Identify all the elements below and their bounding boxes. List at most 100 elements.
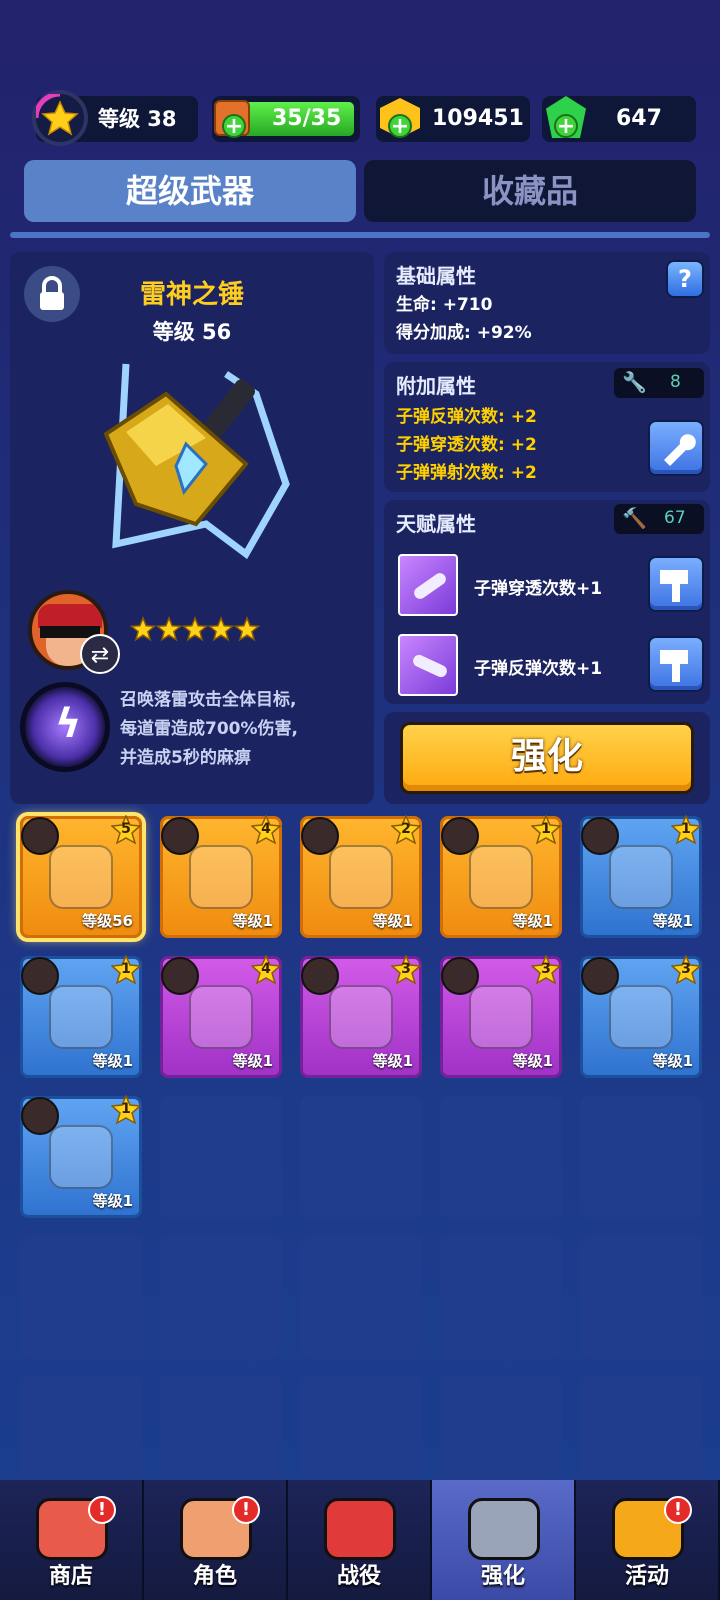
weapon-name: 雷神之锤	[139, 280, 244, 310]
inventory-slot-8[interactable]: 3 等级1	[300, 954, 422, 1078]
star-badge-icon: 3	[390, 954, 422, 985]
tab-collectibles[interactable]: 收藏品	[364, 160, 696, 222]
nav-hero[interactable]: ! 角色	[144, 1480, 288, 1600]
inventory-slot-1[interactable]: 5 等级56	[20, 814, 142, 938]
inventory-slot-10[interactable]: 3 等级1	[580, 954, 702, 1078]
help-button[interactable]: ?	[666, 260, 704, 298]
hero-mini-avatar	[581, 817, 619, 855]
base-attributes-panel: 基础属性 ? 生命: +710 得分加成: +92%	[384, 252, 710, 354]
nav-shop[interactable]: ! 商店	[0, 1480, 144, 1600]
hero-mini-avatar	[161, 957, 199, 995]
inventory-slot-6[interactable]: 1 等级1	[20, 954, 142, 1078]
nav-upgrade[interactable]: 强化	[432, 1480, 576, 1600]
alert-badge-icon: !	[232, 1496, 260, 1524]
inventory-slot-4[interactable]: 1 等级1	[440, 814, 562, 938]
nav-event[interactable]: ! 活动	[576, 1480, 720, 1600]
weapon-item-icon	[469, 985, 533, 1049]
talent-item-icon-1[interactable]	[398, 554, 458, 616]
inventory-slot-5[interactable]: 1 等级1	[580, 814, 702, 938]
weapon-item-icon	[329, 845, 393, 909]
thor-hammer-icon	[103, 363, 290, 560]
empty-slot	[580, 1096, 702, 1218]
inventory-slot-9[interactable]: 3 等级1	[440, 954, 562, 1078]
star-badge-count: 1	[541, 821, 551, 837]
skill-icon[interactable]: ϟ	[20, 682, 110, 772]
inventory-slot-11[interactable]: 1 等级1	[20, 1094, 142, 1218]
weapon-item-icon	[189, 985, 253, 1049]
star-badge-count: 4	[261, 961, 271, 977]
weapon-level: 等级 56	[152, 320, 232, 344]
star-badge-icon: 4	[250, 814, 282, 845]
inventory-slot-2[interactable]: 4 等级1	[160, 814, 282, 938]
nav-label: 强化	[480, 1564, 525, 1589]
tab-super-weapon[interactable]: 超级武器	[24, 160, 356, 222]
upgrade-panel: 强化	[384, 712, 710, 804]
weapon-panel: 雷神之锤 等级 56 ⇄ ϟ 召唤落雷攻击全体目标, 每道雷造成700%伤害, …	[10, 252, 374, 804]
energy-box[interactable]: + 35/35	[212, 96, 360, 142]
nav-label: 商店	[48, 1564, 93, 1589]
star-badge-count: 2	[401, 821, 411, 837]
item-level: 等级1	[372, 1052, 413, 1070]
gems-box[interactable]: + 647	[542, 96, 696, 142]
hammer-count: 67	[664, 508, 686, 528]
swap-hero-icon[interactable]: ⇄	[80, 634, 120, 674]
reroll-extra-button[interactable]	[648, 420, 704, 476]
base-attributes-title: 基础属性	[396, 264, 476, 288]
star-badge-icon: 3	[670, 954, 702, 985]
item-level: 等级1	[652, 912, 693, 930]
coin-add-icon[interactable]: +	[388, 114, 412, 138]
talent-attributes-title: 天赋属性	[396, 512, 476, 536]
talent-attributes-panel: 天赋属性 🔨 67 子弹穿透次数+1 子弹反弹次数+1	[384, 500, 710, 704]
star-badge-icon: 1	[670, 814, 702, 845]
hero-mini-avatar	[21, 817, 59, 855]
empty-slot	[160, 1236, 282, 1358]
nav-campaign[interactable]: 战役	[288, 1480, 432, 1600]
energy-add-icon[interactable]: +	[222, 114, 246, 138]
star-badge-icon: 3	[530, 954, 562, 985]
energy-text: 35/35	[272, 106, 342, 131]
empty-slot	[440, 1096, 562, 1218]
empty-slot	[580, 1236, 702, 1358]
upgrade-button[interactable]: 强化	[400, 722, 694, 794]
nav-label: 战役	[336, 1564, 381, 1589]
stat-hp: 生命: +710	[396, 295, 493, 315]
player-level-text: 等级 38	[98, 107, 177, 131]
item-level: 等级56	[82, 912, 133, 930]
talent-hammer-button-2[interactable]	[648, 636, 704, 692]
alert-badge-icon: !	[88, 1496, 116, 1524]
hero-mini-avatar	[161, 817, 199, 855]
talent-item-text-2: 子弹反弹次数+1	[474, 659, 603, 679]
item-level: 等级1	[232, 912, 273, 930]
inventory-slot-3[interactable]: 2 等级1	[300, 814, 422, 938]
empty-slot	[440, 1376, 562, 1480]
item-level: 等级1	[372, 912, 413, 930]
star-badge-icon: 1	[110, 1094, 142, 1125]
nav-label: 角色	[192, 1564, 237, 1589]
player-level-box[interactable]: 等级 38	[32, 90, 198, 146]
talent-item-icon-2[interactable]	[398, 634, 458, 696]
empty-slot	[20, 1236, 142, 1358]
hero-mini-avatar	[581, 957, 619, 995]
extra-attributes-panel: 附加属性 🔧 8 子弹反弹次数: +2 子弹穿透次数: +2 子弹弹射次数: +…	[384, 362, 710, 492]
empty-slot	[160, 1096, 282, 1218]
star-badge-icon: 1	[530, 814, 562, 845]
item-level: 等级1	[232, 1052, 273, 1070]
stat-bounce: 子弹反弹次数: +2	[396, 407, 537, 427]
hero-mini-avatar	[21, 957, 59, 995]
item-level: 等级1	[652, 1052, 693, 1070]
empty-slot	[160, 1376, 282, 1480]
gem-add-icon[interactable]: +	[554, 114, 578, 138]
talent-hammer-button-1[interactable]	[648, 556, 704, 612]
hammer-counter: 🔨 67	[614, 504, 704, 534]
coins-text: 109451	[432, 106, 524, 131]
hero-mini-avatar	[301, 957, 339, 995]
inventory-slot-7[interactable]: 4 等级1	[160, 954, 282, 1078]
extra-attributes-title: 附加属性	[396, 374, 476, 398]
hero-mini-avatar	[21, 1097, 59, 1135]
stat-pierce: 子弹穿透次数: +2	[396, 435, 537, 455]
empty-slot	[440, 1236, 562, 1358]
item-level: 等级1	[92, 1052, 133, 1070]
wrench-count: 8	[670, 372, 681, 392]
coins-box[interactable]: + 109451	[376, 96, 530, 142]
star-badge-icon: 2	[390, 814, 422, 845]
